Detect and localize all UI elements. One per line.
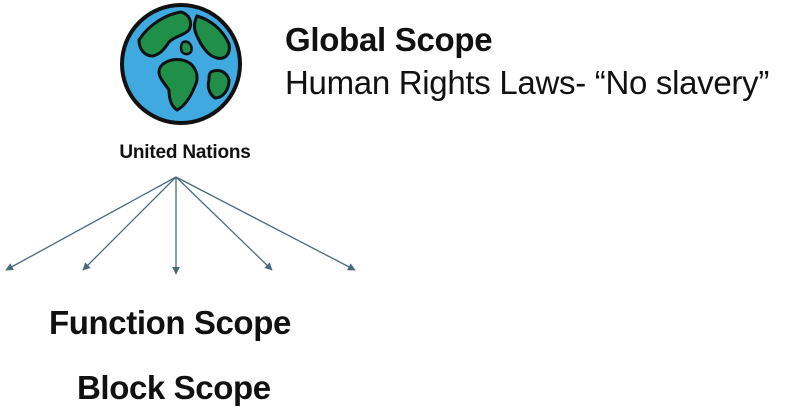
branch-arrows — [5, 176, 356, 275]
function-scope-label: Function Scope — [49, 304, 291, 341]
arrow-2 — [82, 176, 177, 271]
arrow-1 — [5, 176, 177, 271]
block-scope-label: Block Scope — [77, 369, 271, 406]
arrow-5 — [175, 176, 356, 271]
arrow-4 — [175, 176, 273, 271]
